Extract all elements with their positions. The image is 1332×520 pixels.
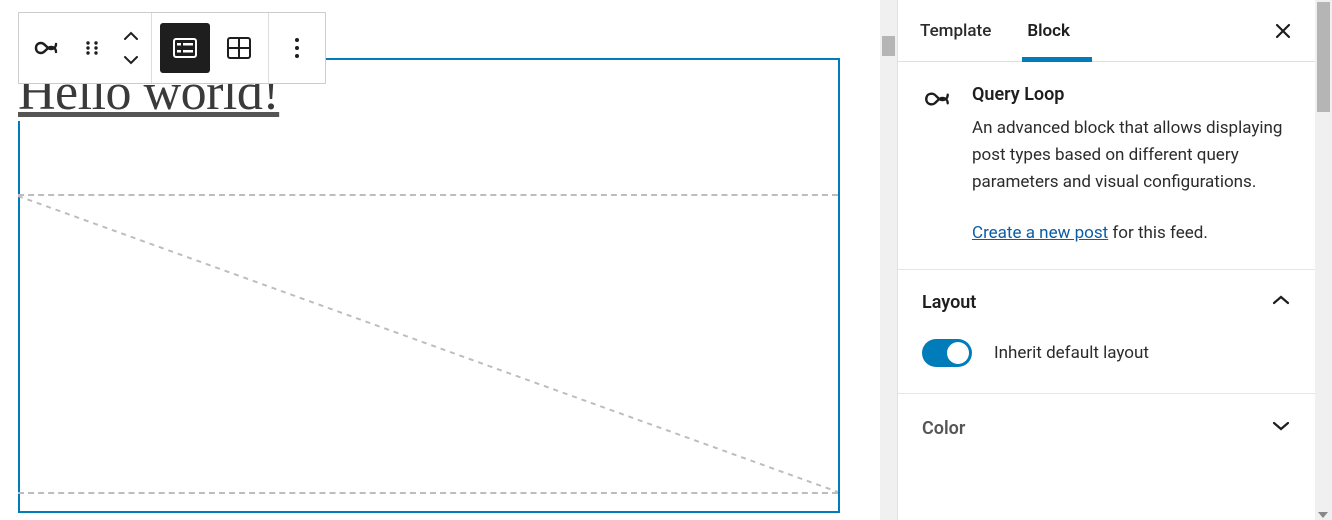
query-loop-icon [922,84,952,243]
more-options-button[interactable] [269,13,325,83]
link-suffix: for this feed. [1108,223,1208,243]
close-sidebar-button[interactable] [1269,17,1297,45]
move-down-button[interactable] [122,55,140,65]
color-panel: Color [898,394,1315,439]
canvas-scrollbar[interactable] [880,0,897,520]
sidebar-scrollbar[interactable] [1315,0,1332,520]
block-toolbar [18,12,326,84]
block-info-panel: Query Loop An advanced block that allows… [898,62,1315,270]
block-name: Query Loop [972,84,1291,105]
layout-panel-title: Layout [922,292,976,313]
chevron-up-icon[interactable] [1271,294,1291,310]
grid-view-button[interactable] [214,13,264,83]
scroll-down-icon[interactable] [1318,512,1328,518]
layout-panel: Layout Inherit default layout [898,270,1315,394]
scrollbar-thumb[interactable] [882,36,895,56]
list-view-button[interactable] [160,23,210,73]
move-up-button[interactable] [122,31,140,41]
block-description: An advanced block that allows displaying… [972,115,1291,197]
drag-handle-icon[interactable] [73,13,111,83]
chevron-down-icon[interactable] [1271,420,1291,436]
scrollbar-thumb[interactable] [1317,2,1330,112]
image-placeholder[interactable] [18,194,838,494]
sidebar-tabs: Template Block [898,0,1315,62]
create-new-post-link[interactable]: Create a new post [972,223,1108,243]
tab-block[interactable]: Block [1027,0,1070,61]
tab-template[interactable]: Template [920,0,991,61]
query-loop-icon[interactable] [19,13,73,83]
settings-sidebar: Template Block Query Loop An advanced bl… [897,0,1315,520]
inherit-layout-label: Inherit default layout [994,343,1149,363]
inherit-layout-toggle[interactable] [922,339,972,367]
block-link-row: Create a new post for this feed. [972,223,1291,243]
color-panel-title: Color [922,418,965,439]
